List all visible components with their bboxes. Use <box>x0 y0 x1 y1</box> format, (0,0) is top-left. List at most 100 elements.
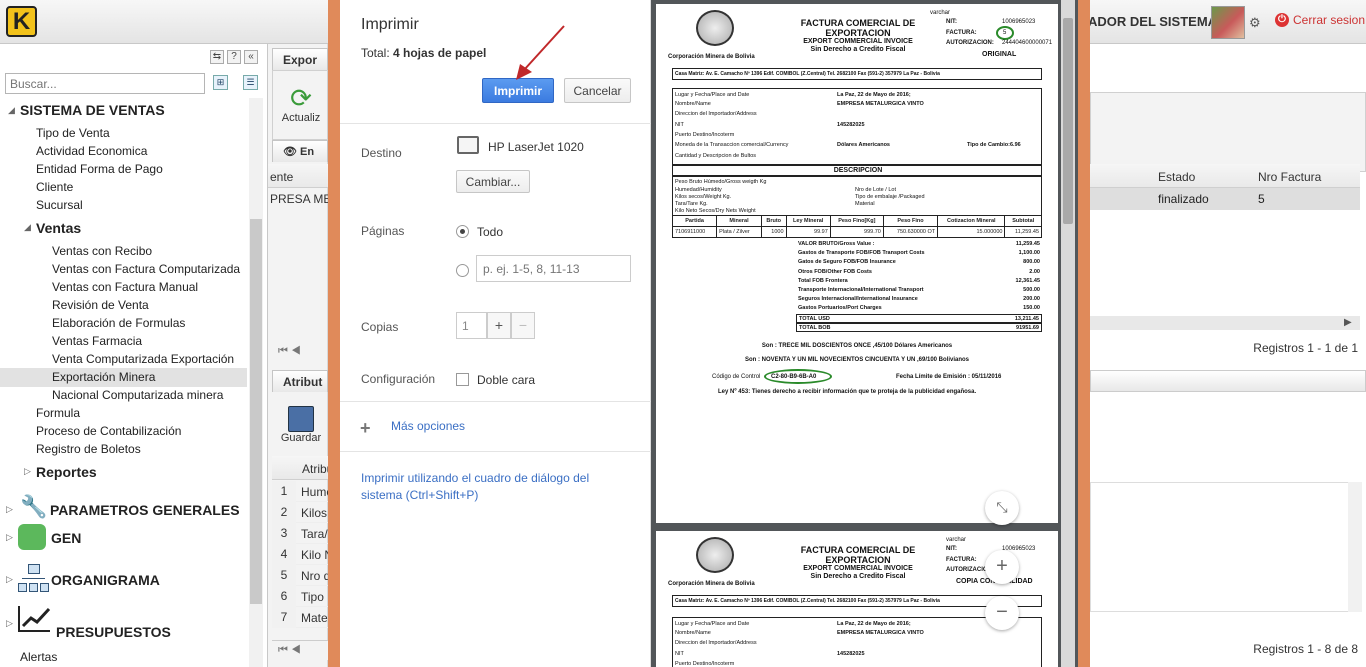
tab-atributos[interactable]: Atribut <box>272 370 328 392</box>
printer-icon <box>457 136 479 154</box>
help-icon[interactable]: ? <box>227 50 241 64</box>
refresh-button[interactable]: ⟳ Actualiz <box>276 84 326 124</box>
tree-item[interactable]: Actividad Economica <box>36 144 147 158</box>
zoom-out-icon[interactable]: − <box>985 596 1019 630</box>
grid-row-selected[interactable]: finalizado 5 <box>1090 188 1360 210</box>
vertical-scrollbar-right[interactable] <box>1348 482 1362 612</box>
user-avatar[interactable] <box>1211 6 1245 39</box>
save-button[interactable]: Guardar <box>276 406 326 444</box>
attr-row[interactable]: 7 Mater <box>272 607 332 628</box>
tree-item-organigrama[interactable]: ORGANIGRAMA <box>51 572 160 588</box>
preview-scrollbar-thumb[interactable] <box>1063 18 1073 224</box>
collapse-icon[interactable]: « <box>244 50 258 64</box>
tree-item[interactable]: Nacional Computarizada minera <box>52 388 223 402</box>
collapsed-arrow-icon[interactable]: ▷ <box>6 574 13 585</box>
tree-item-presupuestos[interactable]: PRESUPUESTOS <box>56 624 171 640</box>
attr-row[interactable]: 1 Hume <box>272 481 333 502</box>
tree-item-ventas[interactable]: Ventas <box>36 220 81 236</box>
inv2-lugar-label: Lugar y Fecha/Place and Date <box>675 621 750 627</box>
inv-fecha-limite: Fecha Límite de Emisión : 05/11/2016 <box>896 374 1002 380</box>
tree-item[interactable]: Tipo de Venta <box>36 126 110 140</box>
col-estado[interactable]: Estado <box>1158 170 1195 184</box>
app-logo[interactable]: K <box>6 6 37 37</box>
tab-en[interactable]: 👁 En <box>272 140 328 162</box>
pager-top-left[interactable]: ⏮ ◀ <box>272 342 328 362</box>
system-dialog-link[interactable]: Imprimir utilizando el cuadro de diálogo… <box>361 470 631 504</box>
inv-td: 999.70 <box>829 226 884 238</box>
pages-range-input[interactable] <box>476 255 631 282</box>
settings-gear-icon[interactable]: ⚙ <box>1249 15 1261 31</box>
expand-arrow-icon[interactable]: ◢ <box>24 222 31 233</box>
tree-item-selected[interactable]: Exportación Minera <box>52 370 155 384</box>
scroll-right-arrow-icon[interactable]: ▶ <box>1344 317 1358 329</box>
tree-item[interactable]: Ventas con Factura Computarizada <box>52 262 240 276</box>
attr-row[interactable]: 4 Kilo N <box>272 544 333 565</box>
collapsed-arrow-icon[interactable]: ▷ <box>6 618 13 629</box>
inv-total-label: TOTAL USD <box>799 315 830 322</box>
inv-total-label: TOTAL BOB <box>799 324 831 331</box>
tree-item[interactable]: Entidad Forma de Pago <box>36 162 163 176</box>
attr-row[interactable]: 3 Tara/ <box>272 523 328 544</box>
refresh-label: Actualiz <box>281 112 321 124</box>
tree-item[interactable]: Ventas con Recibo <box>52 244 152 258</box>
inv-total-value: 91951.69 <box>1016 324 1039 331</box>
tree-item[interactable]: Revisión de Venta <box>52 298 149 312</box>
horizontal-scrollbar[interactable] <box>1090 316 1360 330</box>
search-list-icon[interactable]: ☰ <box>243 75 258 90</box>
radio-all-pages[interactable] <box>456 225 469 238</box>
tree-item[interactable]: Sucursal <box>36 198 83 212</box>
copies-decrement-button[interactable]: − <box>511 312 535 339</box>
copies-input[interactable]: 1 <box>456 312 487 339</box>
more-options-link[interactable]: Más opciones <box>391 419 465 433</box>
tree-item[interactable]: Cliente <box>36 180 73 194</box>
inv-total-line: Transporte Internacional/International T… <box>796 286 1042 295</box>
tree-item-reportes[interactable]: Reportes <box>36 464 97 480</box>
inv-cantidad-label: Cantidad y Descripcion de Bultos <box>675 153 757 159</box>
attr-row[interactable]: 2 Kilos <box>272 502 328 523</box>
search-filter-icon[interactable]: ⊞ <box>213 75 228 90</box>
attr-row[interactable]: 5 Nro d <box>272 565 330 586</box>
tree-item[interactable]: Elaboración de Formulas <box>52 316 185 330</box>
fit-to-page-icon[interactable]: ⤡ <box>985 491 1019 525</box>
tree-item-sistema-ventas[interactable]: SISTEMA DE VENTAS <box>20 102 165 118</box>
duplex-checkbox[interactable] <box>456 373 469 386</box>
radio-page-range[interactable] <box>456 264 469 277</box>
inv-nit2-value: 145282025 <box>837 122 865 128</box>
cancel-button[interactable]: Cancelar <box>564 78 631 103</box>
tree-item[interactable]: Ventas con Factura Manual <box>52 280 198 294</box>
copies-increment-button[interactable]: + <box>487 312 511 339</box>
inv-th: Peso Fino <box>882 215 939 227</box>
col-nro-factura[interactable]: Nro Factura <box>1258 170 1321 184</box>
search-input[interactable] <box>5 73 205 94</box>
plus-icon[interactable]: + <box>360 418 371 439</box>
tree-item-alertas[interactable]: Alertas <box>20 650 57 664</box>
attr-row[interactable]: 6 Tipo <box>272 586 328 607</box>
pager-bottom-left[interactable]: ⏮ ◀ <box>272 640 328 660</box>
attr-row-number: 2 <box>272 502 296 523</box>
tree-item-parametros[interactable]: PARAMETROS GENERALES <box>50 502 240 518</box>
tree-item[interactable]: Formula <box>36 406 80 420</box>
tree-item[interactable]: Registro de Boletos <box>36 442 141 456</box>
refresh-icon[interactable]: ⇆ <box>210 50 224 64</box>
grid-header-ente[interactable]: ente <box>268 164 328 188</box>
logout-button[interactable]: ⏻ Cerrar sesion <box>1275 13 1365 27</box>
sidebar-scrollbar-thumb[interactable] <box>250 219 262 604</box>
tab-exportacion[interactable]: Expor <box>272 48 328 70</box>
collapsed-arrow-icon[interactable]: ▷ <box>6 532 13 543</box>
tree-item[interactable]: Proceso de Contabilización <box>36 424 181 438</box>
zoom-in-icon[interactable]: + <box>985 550 1019 584</box>
cell-estado: finalizado <box>1158 192 1209 206</box>
tree-item[interactable]: Ventas Farmacia <box>52 334 142 348</box>
collapsed-arrow-icon[interactable]: ▷ <box>24 466 31 477</box>
inv-total-label: Gastos de Transporte FOB/FOB Transport C… <box>798 250 925 257</box>
inv-total-label: Seguros Internacional/International Insu… <box>798 296 918 303</box>
collapsed-arrow-icon[interactable]: ▷ <box>6 504 13 515</box>
grid-cell-ente[interactable]: PRESA ME <box>270 192 328 206</box>
expand-arrow-icon[interactable]: ◢ <box>8 105 15 116</box>
inv-nit2-label: NIT <box>675 122 684 128</box>
tree-item-gen[interactable]: GEN <box>51 530 81 546</box>
grid-header-atributo[interactable]: Atribu <box>272 456 333 480</box>
change-printer-button[interactable]: Cambiar... <box>456 170 530 193</box>
config-label: Configuración <box>361 372 436 386</box>
tree-item[interactable]: Venta Computarizada Exportación <box>52 352 234 366</box>
